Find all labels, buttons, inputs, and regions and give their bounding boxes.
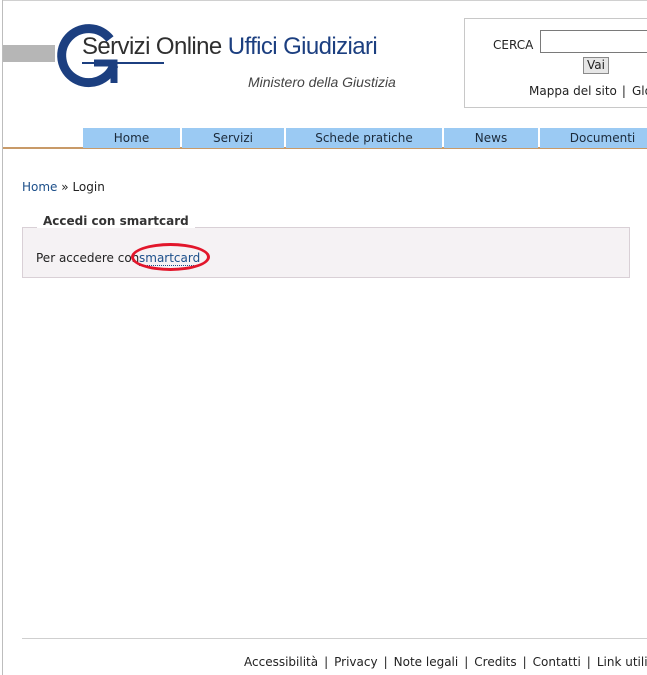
site-subtitle: Ministero della Giustizia [248, 74, 396, 90]
breadcrumb-current: Login [72, 180, 105, 194]
footer-separator: | [522, 655, 527, 669]
footer-links: Accessibilità | Privacy | Note legali | Credit… [244, 655, 647, 669]
footer-link-privacy[interactable]: Privacy [334, 655, 377, 669]
footer-link-accessibilita[interactable]: Accessibilità [244, 655, 318, 669]
header-grey-band [3, 45, 55, 62]
site-title-part2: Uffici Giudiziari [227, 33, 378, 60]
breadcrumb: Home » Login [22, 180, 105, 194]
footer-link-note-legali[interactable]: Note legali [394, 655, 459, 669]
glossary-link[interactable]: Glo [632, 84, 647, 98]
footer-separator: | [324, 655, 329, 669]
utility-separator: | [621, 84, 626, 98]
footer-separator: | [383, 655, 388, 669]
breadcrumb-home-link[interactable]: Home [22, 180, 57, 194]
login-panel-text: Per accedere con [36, 251, 140, 265]
search-label: CERCA [493, 38, 534, 52]
footer-link-credits[interactable]: Credits [474, 655, 516, 669]
highlight-ellipse [131, 243, 210, 271]
nav-item-schede-pratiche[interactable]: Schede pratiche [286, 128, 442, 148]
nav-item-documenti[interactable]: Documenti [540, 128, 647, 148]
site-title-part1: Servizi Online [82, 33, 222, 60]
login-panel-legend: Accedi con smartcard [37, 214, 195, 228]
search-input[interactable] [540, 30, 647, 53]
footer-rule [22, 638, 647, 639]
title-underline [82, 62, 164, 64]
footer-link-contatti[interactable]: Contatti [533, 655, 581, 669]
nav-item-news[interactable]: News [444, 128, 538, 148]
nav-item-servizi[interactable]: Servizi [182, 128, 284, 148]
nav-item-home[interactable]: Home [83, 128, 180, 148]
search-button[interactable]: Vai [583, 57, 609, 74]
site-title: Servizi Online Uffici Giudiziari [82, 33, 378, 60]
breadcrumb-separator: » [61, 180, 69, 194]
footer-separator: | [464, 655, 469, 669]
search-box: CERCA Vai Mappa del sito | Glo [464, 18, 647, 108]
footer-link-link-utili[interactable]: Link utili [597, 655, 647, 669]
left-border [2, 0, 3, 675]
site-map-link[interactable]: Mappa del sito [529, 84, 617, 98]
utility-links: Mappa del sito | Glo [529, 84, 647, 98]
top-border [2, 0, 647, 1]
footer-separator: | [586, 655, 591, 669]
